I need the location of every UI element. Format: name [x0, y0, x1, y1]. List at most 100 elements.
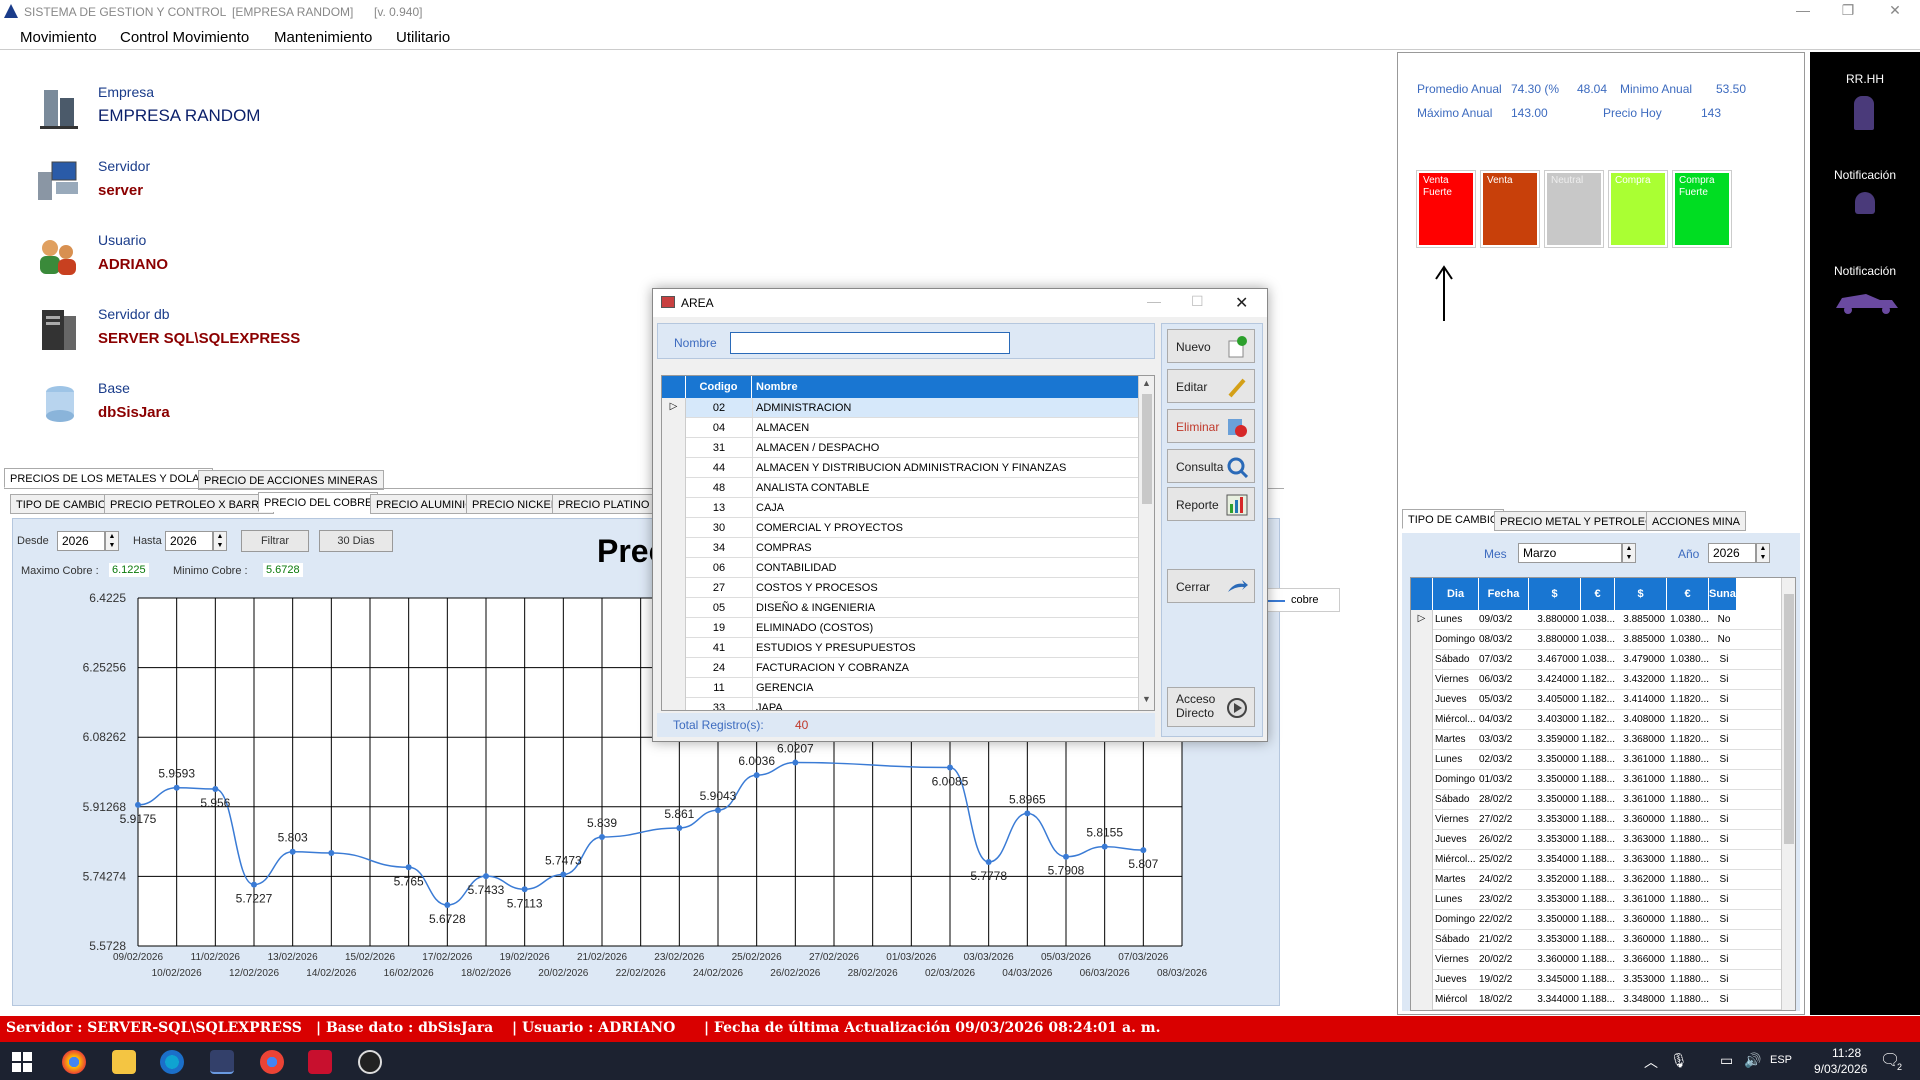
area-row[interactable]: 48 ANALISTA CONTABLE: [662, 478, 1138, 498]
subtab-petroleo[interactable]: PRECIO PETROLEO X BARRIL: [104, 494, 275, 514]
row-selector[interactable]: [1411, 870, 1433, 890]
tray-network-icon[interactable]: ▭: [1720, 1052, 1733, 1069]
col-dia[interactable]: Dia: [1433, 578, 1479, 610]
row-selector[interactable]: ▷: [662, 398, 686, 418]
row-selector[interactable]: [1411, 810, 1433, 830]
right-grid-scroll-thumb[interactable]: [1784, 594, 1794, 844]
exchange-row[interactable]: Viernes 20/02/2 3.360000 1.188... 3.366000 1.…: [1411, 950, 1783, 970]
row-selector[interactable]: [1411, 750, 1433, 770]
exchange-row[interactable]: Domingo 08/03/2 3.880000 1.038... 3.885000 1.…: [1411, 630, 1783, 650]
right-grid-scrollbar[interactable]: [1781, 578, 1795, 1010]
col-eur-venta[interactable]: €: [1667, 578, 1709, 610]
maximize-button[interactable]: ❐: [1828, 2, 1868, 22]
sidebar-rrhh-label[interactable]: RR.HH: [1810, 72, 1920, 86]
area-row[interactable]: 27 COSTOS Y PROCESOS: [662, 578, 1138, 598]
menu-control-movimiento[interactable]: Control Movimiento: [120, 29, 249, 46]
right-tab-metal-petroleo[interactable]: PRECIO METAL Y PETROLEO: [1494, 511, 1660, 531]
row-selector[interactable]: [662, 678, 686, 698]
area-row[interactable]: 04 ALMACEN: [662, 418, 1138, 438]
area-row[interactable]: 13 CAJA: [662, 498, 1138, 518]
tab-precio-acciones[interactable]: PRECIO DE ACCIONES MINERAS: [198, 470, 384, 490]
sidebar-notificacion-label-2[interactable]: Notificación: [1810, 264, 1920, 278]
menu-mantenimiento[interactable]: Mantenimiento: [274, 29, 372, 46]
area-row[interactable]: 24 FACTURACION Y COBRANZA: [662, 658, 1138, 678]
mes-spinner[interactable]: ▲ ▼: [1622, 543, 1636, 563]
dialog-close-button[interactable]: ✕: [1235, 293, 1248, 313]
person-icon[interactable]: [1854, 96, 1874, 130]
dialog-minimize-button[interactable]: —: [1147, 293, 1161, 309]
obs-icon[interactable]: [358, 1050, 382, 1074]
exchange-row[interactable]: Miércol... 25/02/2 3.354000 1.188... 3.36300…: [1411, 850, 1783, 870]
hasta-input[interactable]: 2026: [165, 531, 213, 551]
row-selector[interactable]: [662, 518, 686, 538]
row-selector[interactable]: [1411, 630, 1433, 650]
nuevo-button[interactable]: Nuevo: [1167, 329, 1255, 363]
row-selector[interactable]: [662, 698, 686, 710]
row-selector[interactable]: [1411, 670, 1433, 690]
right-tab-tipo-cambio[interactable]: TIPO DE CAMBIO: [1402, 509, 1505, 529]
area-row[interactable]: 34 COMPRAS: [662, 538, 1138, 558]
exchange-row[interactable]: Jueves 26/02/2 3.353000 1.188... 3.363000 1.1…: [1411, 830, 1783, 850]
area-scroll-up-icon[interactable]: ▲: [1142, 378, 1151, 388]
acceso-directo-button[interactable]: Acceso Directo: [1167, 687, 1255, 727]
tray-chevron-icon[interactable]: ︿: [1644, 1052, 1658, 1072]
consulta-button[interactable]: Consulta: [1167, 449, 1255, 483]
edge-icon[interactable]: [160, 1050, 184, 1074]
area-row[interactable]: 31 ALMACEN / DESPACHO: [662, 438, 1138, 458]
area-row[interactable]: 30 COMERCIAL Y PROYECTOS: [662, 518, 1138, 538]
app-taskbar-icon[interactable]: [210, 1050, 234, 1074]
chrome-icon[interactable]: [62, 1050, 86, 1074]
row-selector[interactable]: [1411, 830, 1433, 850]
row-selector[interactable]: [662, 458, 686, 478]
windows-start-icon[interactable]: [12, 1052, 32, 1072]
row-selector[interactable]: [1411, 690, 1433, 710]
menu-movimiento[interactable]: Movimiento: [20, 29, 97, 46]
mes-select[interactable]: Marzo: [1518, 543, 1622, 563]
exchange-row[interactable]: Miércol 18/02/2 3.344000 1.188... 3.348000 1.…: [1411, 990, 1783, 1010]
area-row[interactable]: 44 ALMACEN Y DISTRIBUCION ADMINISTRACION …: [662, 458, 1138, 478]
subtab-aluminio[interactable]: PRECIO ALUMINIO: [370, 494, 480, 514]
desde-spinner[interactable]: ▲ ▼: [105, 531, 119, 551]
area-row[interactable]: 41 ESTUDIOS Y PRESUPUESTOS: [662, 638, 1138, 658]
menu-utilitario[interactable]: Utilitario: [396, 29, 450, 46]
chrome-profile-icon[interactable]: [260, 1050, 284, 1074]
col-eur-compra[interactable]: €: [1581, 578, 1615, 610]
filtrar-button[interactable]: Filtrar: [241, 530, 309, 552]
sidebar-notificacion-label-1[interactable]: Notificación: [1810, 168, 1920, 182]
row-selector[interactable]: [1411, 950, 1433, 970]
editar-button[interactable]: Editar: [1167, 369, 1255, 403]
row-selector[interactable]: [662, 478, 686, 498]
bell-icon[interactable]: [1855, 192, 1875, 214]
dialog-maximize-button[interactable]: ☐: [1191, 293, 1204, 310]
exchange-row[interactable]: Martes 24/02/2 3.352000 1.188... 3.362000 1.1…: [1411, 870, 1783, 890]
row-selector[interactable]: [662, 498, 686, 518]
col-sunat[interactable]: Sunat: [1709, 578, 1740, 610]
row-selector[interactable]: [662, 618, 686, 638]
exchange-row[interactable]: Martes 03/03/2 3.359000 1.182... 3.368000 1.1…: [1411, 730, 1783, 750]
eliminar-button[interactable]: Eliminar: [1167, 409, 1255, 443]
exchange-row[interactable]: Lunes 23/02/2 3.353000 1.188... 3.361000 1.18…: [1411, 890, 1783, 910]
car-crash-icon[interactable]: [1832, 286, 1908, 316]
subtab-cobre[interactable]: PRECIO DEL COBRE: [258, 492, 379, 512]
tray-date[interactable]: 9/03/2026: [1814, 1062, 1867, 1076]
area-row[interactable]: 33 JAPA: [662, 698, 1138, 710]
close-window-button[interactable]: ✕: [1875, 2, 1915, 22]
row-selector[interactable]: [1411, 650, 1433, 670]
row-selector[interactable]: [1411, 910, 1433, 930]
row-selector[interactable]: [662, 598, 686, 618]
exchange-row[interactable]: Viernes 06/03/2 3.424000 1.182... 3.432000 1.…: [1411, 670, 1783, 690]
row-selector[interactable]: [1411, 850, 1433, 870]
subtab-nickel[interactable]: PRECIO NICKEL: [466, 494, 563, 514]
row-selector[interactable]: [1411, 730, 1433, 750]
hasta-spinner[interactable]: ▲ ▼: [213, 531, 227, 551]
row-selector[interactable]: [1411, 930, 1433, 950]
exchange-row[interactable]: Sábado 07/03/2 3.467000 1.038... 3.479000 1.0…: [1411, 650, 1783, 670]
anio-input[interactable]: 2026: [1708, 543, 1756, 563]
col-nombre[interactable]: Nombre: [752, 376, 1138, 398]
reporte-button[interactable]: Reporte: [1167, 487, 1255, 521]
file-explorer-icon[interactable]: [112, 1050, 136, 1074]
row-selector[interactable]: ▷: [1411, 610, 1433, 630]
cerrar-button[interactable]: Cerrar: [1167, 569, 1255, 603]
tray-volume-icon[interactable]: 🔊: [1744, 1052, 1761, 1069]
media-app-icon[interactable]: [308, 1050, 332, 1074]
